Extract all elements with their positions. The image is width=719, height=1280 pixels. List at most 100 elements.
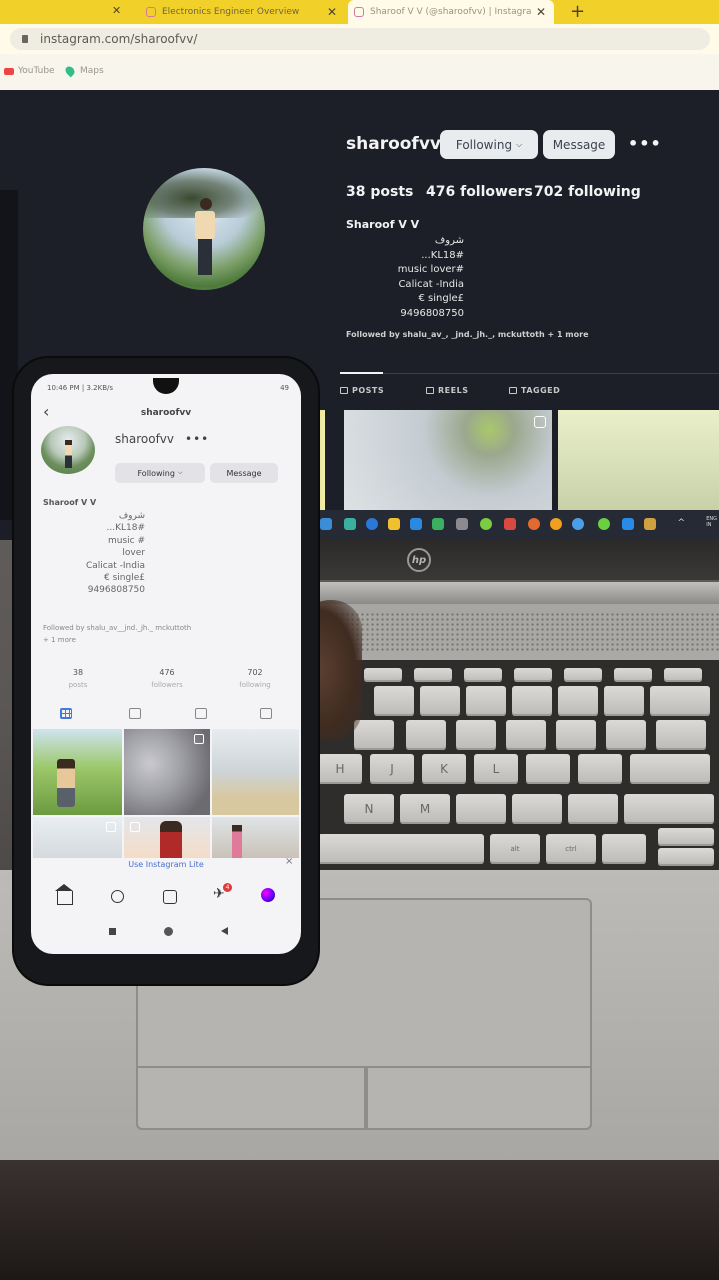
close-icon[interactable]: × [285,856,293,867]
taskbar-app-icon[interactable] [598,518,610,530]
keyboard-key[interactable] [614,668,652,682]
keyboard-key[interactable] [630,754,710,784]
new-tab-button[interactable]: + [570,1,585,22]
chrome-icon[interactable] [550,518,562,530]
keyboard-key[interactable] [512,686,552,716]
home-icon[interactable] [55,884,73,905]
taskbar-app-icon[interactable] [320,518,332,530]
post-thumbnail[interactable] [124,817,210,858]
browser-tab[interactable]: Electronics Engineer Overview ✕ [140,0,345,24]
post-thumbnail[interactable] [212,729,299,815]
key-arrow-up[interactable] [658,828,714,846]
browser-tab-active[interactable]: Sharoof V V (@sharoofvv) | Instagra ✕ [348,0,554,24]
close-icon[interactable]: ✕ [112,4,121,17]
keyboard-key[interactable] [650,686,710,716]
bookmark-youtube[interactable]: YouTube [4,66,55,76]
touchpad-left-button[interactable] [136,1066,366,1130]
followers-count[interactable]: 476 followers [426,184,533,200]
keyboard-key[interactable] [414,668,452,682]
tagged-tab-icon[interactable] [260,708,272,719]
reels-icon[interactable] [163,890,177,904]
profile-avatar[interactable] [143,168,265,290]
keyboard-key[interactable] [568,794,618,824]
keyboard-key[interactable] [564,668,602,682]
home-button-icon[interactable] [164,927,173,936]
reels-tab-icon[interactable] [129,708,141,719]
vscode-icon[interactable] [622,518,634,530]
keyboard-key[interactable] [606,720,646,750]
key-arrow-down[interactable] [658,848,714,866]
recents-icon[interactable] [109,928,116,935]
keyboard-key[interactable] [514,668,552,682]
touchpad-right-button[interactable] [366,1066,592,1130]
taskbar-app-icon[interactable] [410,518,422,530]
keyboard-key[interactable] [456,794,506,824]
keyboard-key[interactable] [354,720,394,750]
keyboard-key[interactable] [374,686,414,716]
bookmark-maps[interactable]: Maps [63,64,104,78]
spacebar-key[interactable] [318,834,484,864]
tab-tagged[interactable]: TAGGED [509,386,560,395]
search-icon[interactable] [111,890,124,903]
language-indicator[interactable]: ENG IN [706,516,717,528]
following-count[interactable]: 702 following [534,184,641,200]
followers-stat[interactable]: 476 followers [137,666,197,692]
tab-close-icon[interactable]: ✕ [536,5,546,19]
following-button[interactable]: Following ⌵ [440,130,538,159]
post-thumbnail[interactable] [33,817,122,858]
post-thumbnail[interactable] [344,410,552,510]
keyboard-key[interactable] [556,720,596,750]
taskbar-app-icon[interactable] [432,518,444,530]
tab-close-icon[interactable]: ✕ [327,5,337,19]
taskbar-app-icon[interactable] [528,518,540,530]
more-options-icon[interactable]: ••• [628,134,662,153]
profile-avatar[interactable] [41,426,95,474]
taskbar-app-icon[interactable] [504,518,516,530]
more-options-icon[interactable]: ••• [185,432,209,446]
keyboard-key[interactable] [664,668,702,682]
key-n[interactable]: N [344,794,394,824]
message-button[interactable]: Message [543,130,615,159]
keyboard-key[interactable] [466,686,506,716]
url-field[interactable]: instagram.com/sharoofvv/ [10,28,710,50]
edge-icon[interactable] [366,518,378,530]
back-icon[interactable] [221,927,228,935]
keyboard-key[interactable] [364,668,402,682]
keyboard-key[interactable] [604,686,644,716]
post-thumbnail[interactable] [33,729,122,815]
keyboard-key[interactable] [656,720,706,750]
use-instagram-lite-link[interactable]: Use Instagram Lite [31,860,301,869]
keyboard-key[interactable] [506,720,546,750]
keyboard-key[interactable] [512,794,562,824]
keyboard-key[interactable] [526,754,570,784]
settings-gear-icon[interactable] [456,518,468,530]
key-k[interactable]: K [422,754,466,784]
folder-icon[interactable] [388,518,400,530]
key-h[interactable]: H [318,754,362,784]
tab-reels[interactable]: REELS [426,386,468,395]
chevron-up-icon[interactable]: ^ [677,518,685,528]
keyboard-key[interactable] [464,668,502,682]
tab-posts[interactable]: POSTS [340,386,384,395]
followed-by-text[interactable]: Followed by shalu_av__jnd._jh._ mckuttot… [43,622,283,646]
keyboard-key[interactable] [558,686,598,716]
message-button[interactable]: Message [210,463,278,483]
taskbar-app-icon[interactable] [644,518,656,530]
key-m[interactable]: M [400,794,450,824]
taskbar-app-icon[interactable] [344,518,356,530]
keyboard-key[interactable] [420,686,460,716]
followed-by-text[interactable]: Followed by shalu_av_, _jnd._jh._, mckut… [346,330,589,339]
grid-icon[interactable] [60,708,72,719]
keyboard-key[interactable] [578,754,622,784]
taskbar-app-icon[interactable] [572,518,584,530]
following-button[interactable]: Following ⌵ [115,463,205,483]
key-arrow-left[interactable] [602,834,646,864]
keyboard-key[interactable] [456,720,496,750]
profile-icon[interactable] [261,888,275,902]
taskbar-app-icon[interactable] [480,518,492,530]
post-thumbnail[interactable] [124,729,210,815]
video-tab-icon[interactable] [195,708,207,719]
key-l[interactable]: L [474,754,518,784]
following-stat[interactable]: 702 following [225,666,285,692]
key-ctrl[interactable]: ctrl [546,834,596,864]
